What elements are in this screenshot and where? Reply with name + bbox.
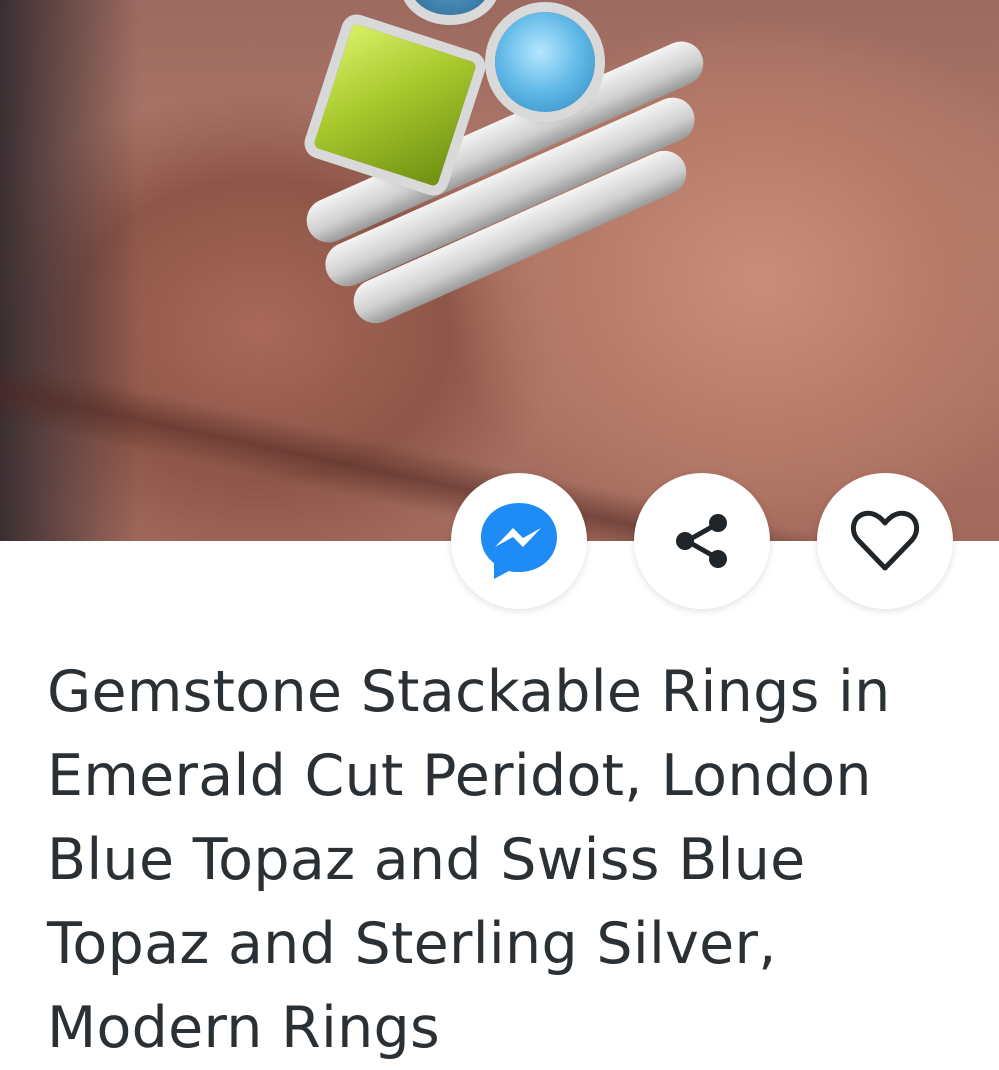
swiss-blue-topaz-gem: [495, 12, 595, 112]
heart-icon: [851, 510, 919, 571]
image-shadow: [0, 0, 140, 541]
product-image[interactable]: [0, 0, 999, 541]
product-title: Gemstone Stackable Rings in Emerald Cut …: [47, 659, 891, 1061]
messenger-button[interactable]: [451, 473, 587, 609]
london-blue-topaz-gem: [410, 0, 490, 15]
share-button[interactable]: [634, 473, 770, 609]
share-icon: [676, 514, 727, 568]
favorite-button[interactable]: [817, 473, 953, 609]
messenger-icon: [481, 503, 557, 579]
